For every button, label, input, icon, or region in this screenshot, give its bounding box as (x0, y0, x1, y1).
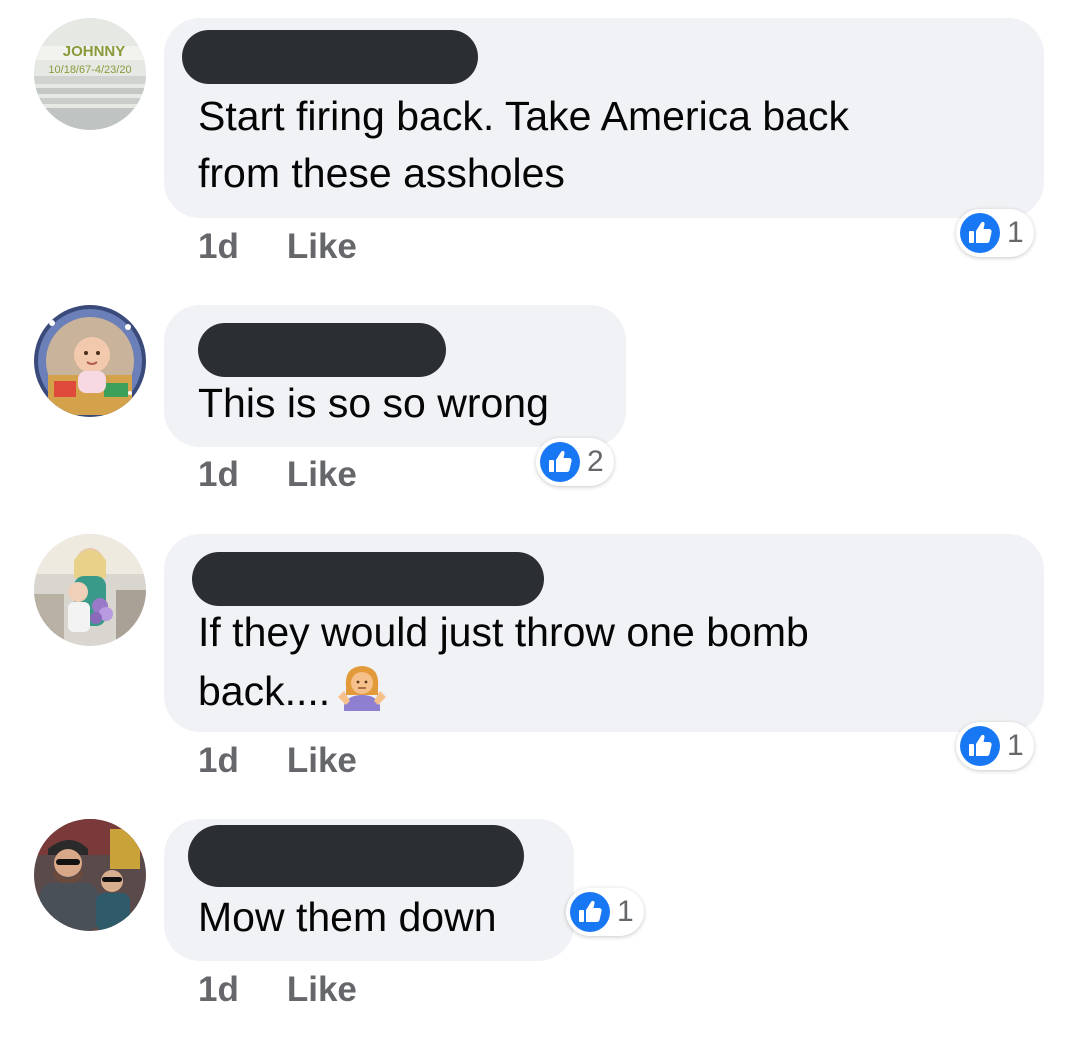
redacted-author-name (182, 30, 478, 84)
comment-text-line: Start firing back. Take America back (198, 93, 849, 139)
redacted-author-name (192, 552, 544, 606)
comment-text: If they would just throw one bomb back..… (198, 604, 809, 728)
like-button[interactable]: Like (287, 741, 357, 781)
comment-timestamp[interactable]: 1d (198, 970, 239, 1010)
commenter-avatar[interactable] (34, 305, 146, 417)
reaction-summary[interactable]: 1 (956, 209, 1034, 257)
redacted-author-name (188, 825, 524, 887)
comment-text-line: If they would just throw one bomb (198, 609, 809, 655)
like-button[interactable]: Like (287, 970, 357, 1010)
reaction-summary[interactable]: 2 (536, 438, 614, 486)
reaction-count: 1 (1007, 729, 1024, 762)
woman-with-child-photo-avatar (34, 534, 146, 646)
comment-timestamp[interactable]: 1d (198, 227, 239, 267)
comment-text-line: Mow them down (198, 894, 497, 940)
commenter-avatar[interactable]: JOHNNY 10/18/67-4/23/20 (34, 18, 146, 130)
reaction-count: 2 (587, 445, 604, 478)
person-shrugging-emoji (336, 661, 388, 728)
commenter-avatar[interactable] (34, 819, 146, 931)
memorial-photo-avatar: JOHNNY 10/18/67-4/23/20 (34, 18, 146, 130)
comment-timestamp[interactable]: 1d (198, 741, 239, 781)
svg-text:JOHNNY: JOHNNY (63, 43, 126, 60)
comment-actions: 1d Like (198, 970, 357, 1010)
comment-actions: 1d Like (198, 455, 357, 495)
man-and-boy-photo-avatar (34, 819, 146, 931)
comment-actions: 1d Like (198, 227, 357, 267)
comment-bubble: Start firing back. Take America back fro… (164, 18, 1044, 218)
like-button[interactable]: Like (287, 227, 357, 267)
reaction-summary[interactable]: 1 (956, 722, 1034, 770)
comment-bubble: Mow them down (164, 819, 574, 961)
comment-actions: 1d Like (198, 741, 357, 781)
comment-bubble: If they would just throw one bomb back..… (164, 534, 1044, 732)
thumbs-up-icon (540, 442, 580, 482)
thumbs-up-icon (960, 213, 1000, 253)
comment-text-line: This is so so wrong (198, 380, 549, 426)
comment-text: Start firing back. Take America back fro… (198, 88, 849, 202)
thumbs-up-icon (570, 892, 610, 932)
redacted-author-name (198, 323, 446, 377)
reaction-count: 1 (617, 895, 634, 928)
reaction-summary[interactable]: 1 (566, 888, 644, 936)
comment-text: This is so so wrong (198, 375, 549, 432)
comment-timestamp[interactable]: 1d (198, 455, 239, 495)
reaction-count: 1 (1007, 216, 1024, 249)
svg-text:10/18/67-4/23/20: 10/18/67-4/23/20 (48, 64, 131, 76)
comment-text-line: from these assholes (198, 150, 565, 196)
comment-bubble: This is so so wrong (164, 305, 626, 447)
commenter-avatar[interactable] (34, 534, 146, 646)
comment-text-line: back.... (198, 661, 809, 728)
comment-text: Mow them down (198, 889, 497, 946)
comment-thread: JOHNNY 10/18/67-4/23/20 Start firing bac… (0, 0, 1080, 1042)
baby-photo-avatar (34, 305, 146, 417)
thumbs-up-icon (960, 726, 1000, 766)
like-button[interactable]: Like (287, 455, 357, 495)
